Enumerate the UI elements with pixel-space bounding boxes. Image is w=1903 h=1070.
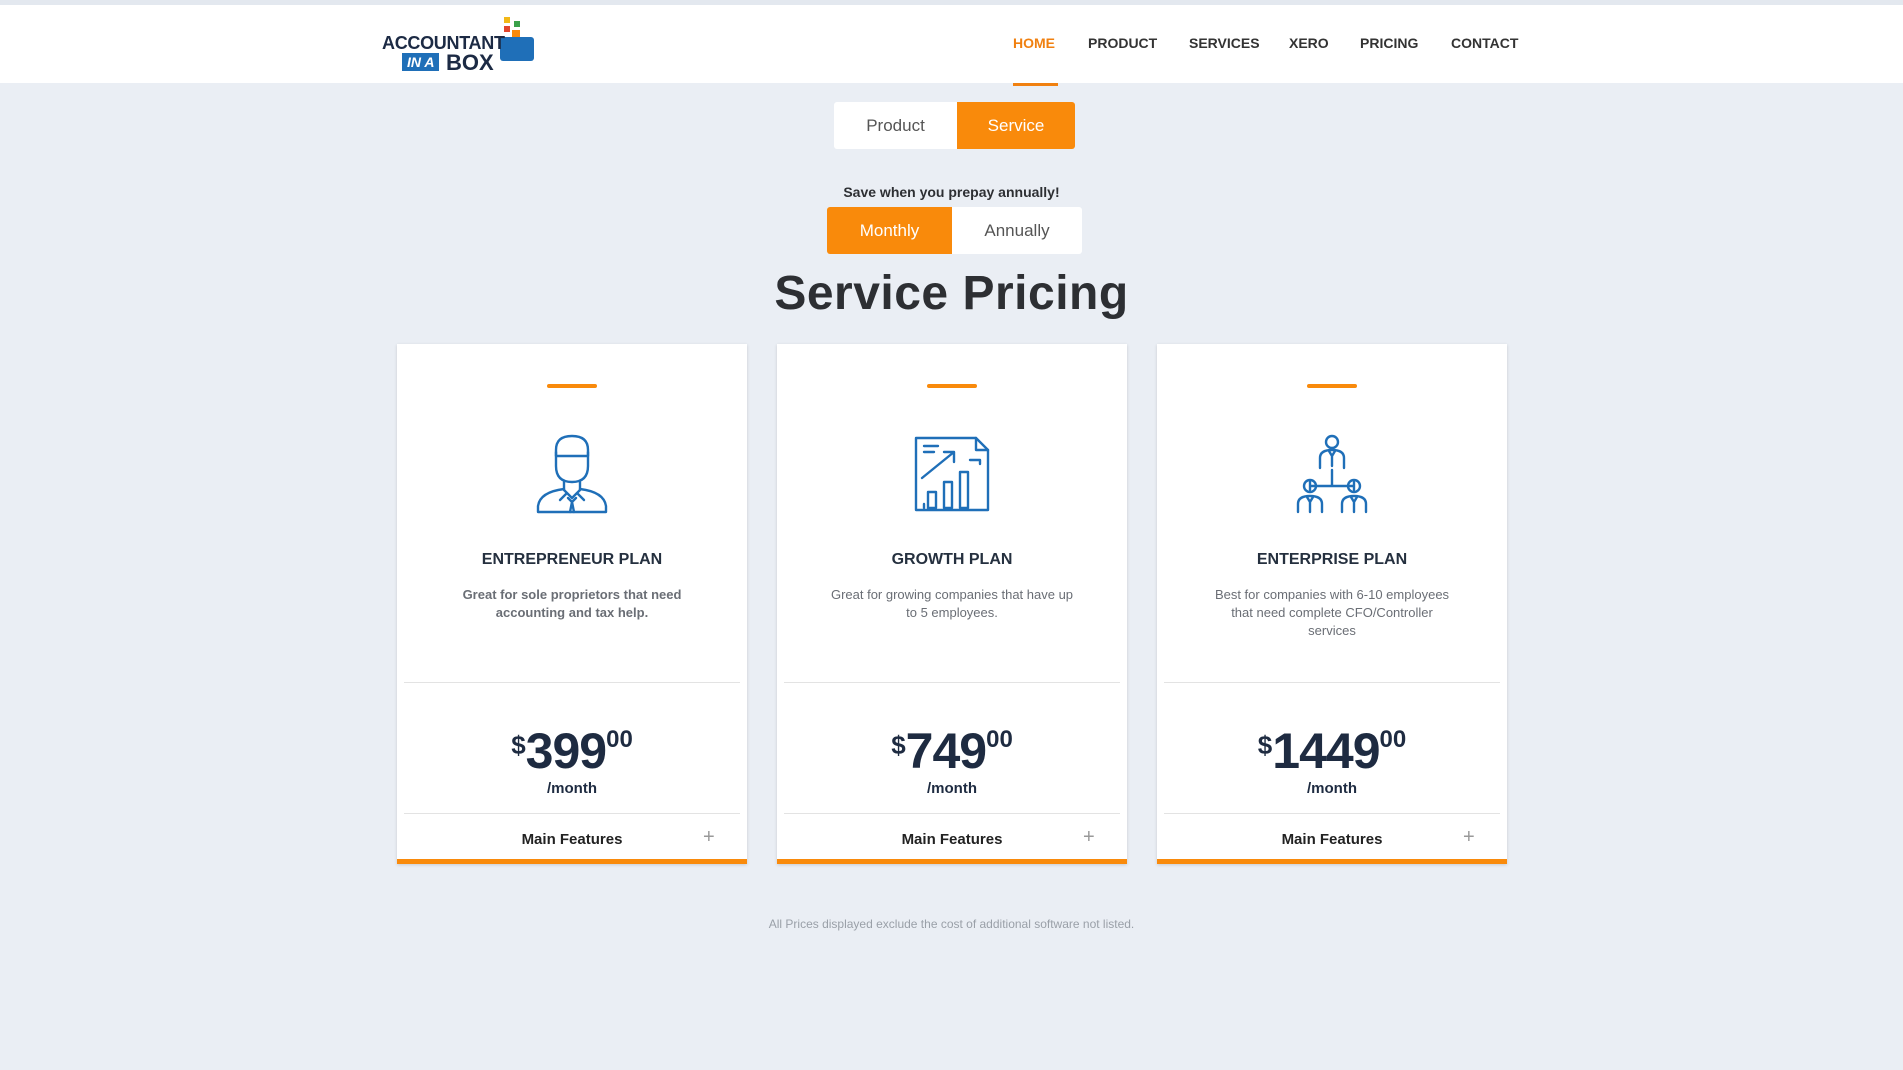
plan-card-entrepreneur: ENTREPRENEUR PLAN Great for sole proprie… bbox=[397, 344, 747, 864]
type-toggle: Product Service bbox=[834, 102, 1075, 149]
toggle-service[interactable]: Service bbox=[957, 102, 1075, 149]
nav-pricing[interactable]: PRICING bbox=[1360, 35, 1418, 51]
main-features-toggle[interactable]: Main Features bbox=[397, 831, 747, 848]
nav-contact[interactable]: CONTACT bbox=[1451, 35, 1518, 51]
plan-description: Great for growing companies that have up… bbox=[830, 587, 1074, 620]
page-title: Service Pricing bbox=[774, 267, 1129, 320]
logo-box-text: BOX bbox=[446, 50, 494, 75]
price-amount: 399 bbox=[525, 723, 607, 779]
pricing-footnote: All Prices displayed exclude the cost of… bbox=[768, 917, 1135, 931]
price-cents: 00 bbox=[1379, 726, 1407, 753]
card-accent-dash bbox=[927, 384, 977, 388]
divider bbox=[404, 813, 740, 814]
person-icon bbox=[536, 434, 608, 514]
billing-toggle: Monthly Annually bbox=[827, 207, 1082, 254]
main-features-toggle[interactable]: Main Features bbox=[777, 831, 1127, 848]
toggle-annually[interactable]: Annually bbox=[952, 207, 1082, 254]
price-cents: 00 bbox=[986, 726, 1013, 753]
plus-icon[interactable]: + bbox=[1083, 826, 1095, 849]
divider bbox=[784, 682, 1120, 683]
org-team-icon bbox=[1296, 434, 1368, 514]
site-logo[interactable]: ACCOUNTANT IN A BOX bbox=[380, 13, 550, 75]
price-period: /month bbox=[1307, 780, 1357, 797]
growth-chart-icon bbox=[914, 436, 990, 512]
price-currency: $ bbox=[1257, 730, 1273, 760]
toggle-product[interactable]: Product bbox=[834, 102, 957, 149]
plan-card-enterprise: ENTERPRISE PLAN Best for companies with … bbox=[1157, 344, 1507, 864]
divider bbox=[1164, 682, 1500, 683]
toggle-monthly[interactable]: Monthly bbox=[827, 207, 952, 254]
plan-price: $144900 bbox=[1157, 722, 1507, 780]
plan-name: GROWTH PLAN bbox=[891, 551, 1013, 568]
nav-product[interactable]: PRODUCT bbox=[1088, 35, 1157, 51]
price-currency: $ bbox=[511, 730, 526, 760]
plan-name: ENTREPRENEUR PLAN bbox=[481, 551, 663, 568]
plan-price: $74900 bbox=[777, 722, 1127, 780]
plus-icon[interactable]: + bbox=[1463, 826, 1475, 849]
price-cents: 00 bbox=[606, 726, 633, 753]
price-currency: $ bbox=[891, 730, 906, 760]
plan-description: Great for sole proprietors that need acc… bbox=[462, 587, 682, 620]
price-amount: 749 bbox=[905, 723, 987, 779]
main-features-toggle[interactable]: Main Features bbox=[1157, 831, 1507, 848]
card-accent-dash bbox=[1307, 384, 1357, 388]
nav-xero[interactable]: XERO bbox=[1289, 35, 1329, 51]
divider bbox=[404, 682, 740, 683]
plus-icon[interactable]: + bbox=[703, 826, 715, 849]
price-amount: 1449 bbox=[1272, 723, 1380, 779]
save-note: Save when you prepay annually! bbox=[843, 184, 1060, 200]
plan-card-growth: GROWTH PLAN Great for growing companies … bbox=[777, 344, 1127, 864]
card-accent-dash bbox=[547, 384, 597, 388]
plan-name: ENTERPRISE PLAN bbox=[1256, 551, 1408, 568]
logo-ina-badge: IN A bbox=[402, 53, 440, 71]
price-period: /month bbox=[547, 780, 597, 797]
site-header: ACCOUNTANT IN A BOX HOME PRODUCT SERVICE… bbox=[0, 5, 1903, 86]
nav-active-underline bbox=[1013, 83, 1058, 86]
nav-services[interactable]: SERVICES bbox=[1189, 35, 1260, 51]
nav-home[interactable]: HOME bbox=[1013, 35, 1055, 51]
divider bbox=[784, 813, 1120, 814]
plan-price: $39900 bbox=[397, 722, 747, 780]
plan-description: Best for companies with 6-10 employees t… bbox=[1214, 587, 1450, 638]
divider bbox=[1164, 813, 1500, 814]
logo-box-icon bbox=[500, 17, 534, 61]
price-period: /month bbox=[927, 780, 977, 797]
